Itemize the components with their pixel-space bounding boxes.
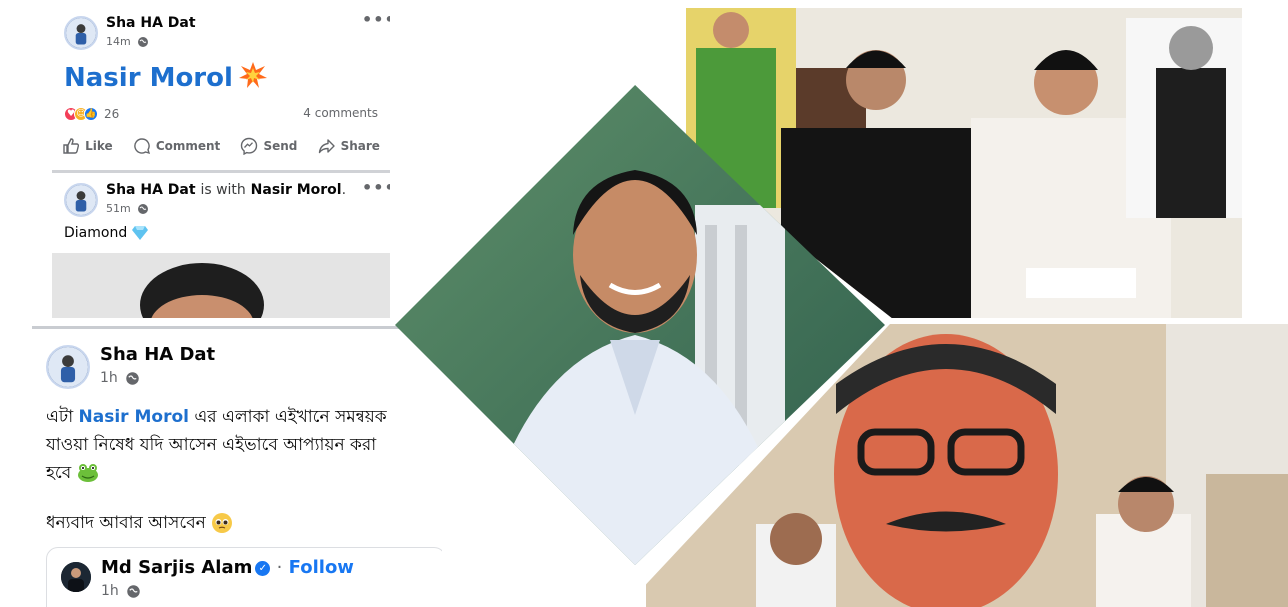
globe-icon [138, 37, 149, 47]
messenger-icon [241, 137, 258, 155]
like-label: Like [85, 139, 113, 153]
collision-emoji-icon [238, 62, 267, 95]
shared-post-time[interactable]: 1h [101, 583, 119, 599]
author-avatar[interactable] [64, 16, 98, 50]
author-avatar[interactable] [64, 183, 98, 217]
author-name[interactable]: Sha HA Dat [106, 182, 196, 198]
with-text: is with [200, 182, 246, 198]
author-line: Sha HA Dat is with Nasir Morol. [106, 182, 346, 198]
follow-button[interactable]: Follow [289, 557, 354, 578]
post-title-text[interactable]: Nasir Morol [64, 63, 233, 93]
post-title: Nasir Morol [64, 62, 267, 95]
post-meta: 1h [100, 370, 140, 386]
post-actions: Like Comment Send Share [52, 130, 390, 162]
person-photo-icon [52, 253, 390, 318]
author-avatar[interactable] [46, 345, 90, 389]
tag-suffix: . [341, 182, 347, 198]
mention-link[interactable]: Nasir Morol [79, 407, 189, 427]
post-card-2: Sha HA Dat is with Nasir Morol. 51m ••• … [52, 170, 390, 318]
comment-button[interactable]: Comment [133, 137, 220, 155]
gem-emoji-icon [131, 225, 148, 241]
globe-icon [127, 584, 140, 598]
globe-icon [138, 204, 149, 214]
post-line-2: যাওয়া নিষেধ যদি আসেন এইভাবে আপ্যায়ন কর… [46, 435, 377, 455]
separator-dot: · [276, 557, 283, 578]
send-label: Send [263, 139, 298, 153]
comments-count[interactable]: 4 comments [303, 106, 378, 120]
more-options-icon[interactable]: ••• [362, 10, 390, 29]
author-name[interactable]: Sha HA Dat [106, 15, 196, 31]
reaction-summary[interactable]: ♥ ☺ 👍 26 [64, 106, 119, 122]
author-name[interactable]: Sha HA Dat [100, 344, 215, 365]
comment-bubble-icon [134, 138, 150, 155]
thumbs-up-icon [63, 138, 80, 154]
share-arrow-icon [318, 139, 335, 154]
shared-author-name[interactable]: Md Sarjis Alam [101, 557, 252, 578]
post-line-1: এটা Nasir Morol এর এলাকা এইখানে সমন্বয়ক [46, 403, 436, 431]
text-segment: হবে [46, 463, 72, 483]
text-segment: ধন্যবাদ আবার আসবেন [46, 513, 206, 533]
globe-icon [126, 371, 139, 385]
post-card-1: Sha HA Dat 14m ••• Nasir Morol ♥ ☺ 👍 26 … [52, 0, 390, 168]
share-label: Share [340, 139, 380, 153]
comment-label: Comment [155, 139, 221, 153]
reaction-count: 26 [104, 107, 120, 121]
more-options-icon[interactable]: ••• [362, 178, 390, 197]
post-body: এটা Nasir Morol এর এলাকা এইখানে সমন্বয়ক… [46, 403, 436, 537]
post-text-content: Diamond [64, 225, 128, 241]
post-time[interactable]: 14m [106, 35, 131, 48]
pleading-face-emoji-icon [211, 513, 233, 533]
post-card-3: Sha HA Dat 1h এটা Nasir Morol এর এলাকা এ… [32, 326, 442, 607]
tagged-user-name[interactable]: Nasir Morol [251, 182, 342, 198]
shared-post-meta: 1h [101, 583, 141, 599]
shared-post-card[interactable]: Md Sarjis Alam ✓ · Follow 1h [46, 547, 442, 607]
post-meta: 51m [106, 202, 149, 215]
post-photo[interactable] [52, 253, 390, 318]
post-line-3: হবে [46, 459, 436, 487]
shared-author-avatar[interactable] [61, 562, 91, 592]
share-button[interactable]: Share [318, 137, 380, 155]
like-reaction-icon: 👍 [84, 107, 98, 121]
post-line-4: ধন্যবাদ আবার আসবেন [46, 509, 436, 537]
post-meta: 14m [106, 35, 149, 48]
like-button[interactable]: Like [62, 137, 113, 155]
text-segment: এটা [46, 407, 74, 427]
post-text: Diamond [64, 225, 148, 241]
frog-emoji-icon [77, 463, 99, 483]
post-time[interactable]: 51m [106, 202, 131, 215]
shared-author-line: Md Sarjis Alam ✓ · Follow [101, 557, 354, 578]
verified-badge-icon: ✓ [255, 560, 271, 576]
text-segment: এর এলাকা এইখানে সমন্বয়ক [194, 407, 387, 427]
post-time[interactable]: 1h [100, 370, 118, 386]
send-button[interactable]: Send [240, 137, 297, 155]
